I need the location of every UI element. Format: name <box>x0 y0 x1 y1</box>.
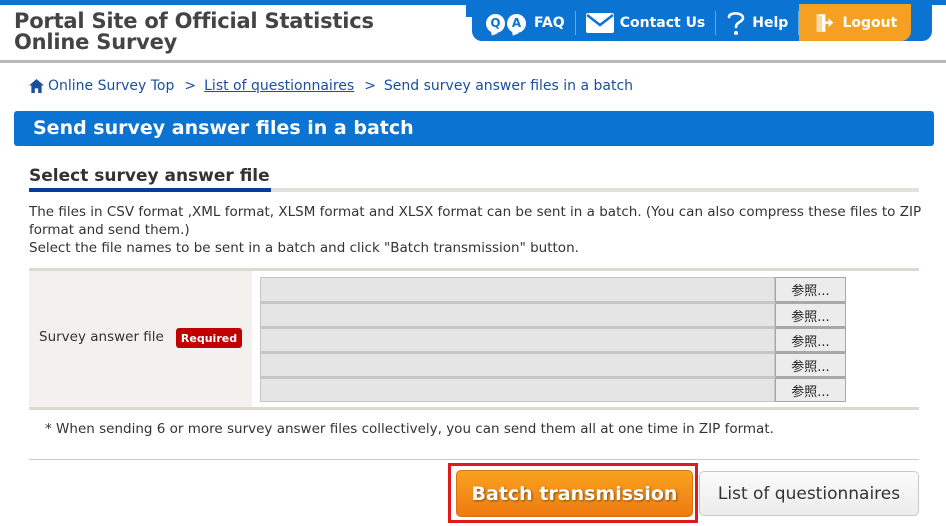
site-title: Portal Site of Official Statistics Onlin… <box>14 11 374 53</box>
help-label: Help <box>752 15 789 31</box>
mail-icon <box>585 13 614 33</box>
help-link[interactable]: Help <box>726 5 788 41</box>
file-path-field[interactable] <box>260 302 775 327</box>
faq-link[interactable]: Q A FAQ <box>472 5 565 41</box>
site-title-line2: Online Survey <box>14 30 178 54</box>
contact-us-link[interactable]: Contact Us <box>585 5 706 41</box>
field-label-cell: Survey answer file Required <box>29 271 252 407</box>
browse-button[interactable]: 参照... <box>775 277 846 302</box>
breadcrumb-online-survey-top[interactable]: Online Survey Top <box>48 78 174 94</box>
header-nav: Q A FAQ Contact Us Help Logout <box>466 4 932 41</box>
form-bottom-border <box>29 407 919 410</box>
file-path-field[interactable] <box>260 352 775 377</box>
list-of-questionnaires-button[interactable]: List of questionnaires <box>699 471 919 516</box>
page-title: Send survey answer files in a batch <box>33 117 414 139</box>
browse-button[interactable]: 参照... <box>775 352 846 377</box>
question-mark-icon <box>727 12 745 35</box>
browse-button[interactable]: 参照... <box>775 327 846 352</box>
browse-button[interactable]: 参照... <box>775 302 846 327</box>
breadcrumb-list-of-questionnaires[interactable]: List of questionnaires <box>204 78 354 94</box>
qa-icon-q: Q <box>486 13 505 33</box>
breadcrumb-separator: > <box>364 78 376 94</box>
section-underline-accent <box>29 188 271 192</box>
description-line2: Select the file names to be sent in a ba… <box>29 240 579 256</box>
breadcrumb-current-page: Send survey answer files in a batch <box>383 78 634 94</box>
breadcrumb-separator: > <box>184 78 197 94</box>
logout-button[interactable]: Logout <box>799 4 912 41</box>
required-badge: Required <box>176 328 242 348</box>
contact-us-label: Contact Us <box>619 15 706 31</box>
file-input-list: 参照... 参照... 参照... 参照... 参照... <box>260 277 846 402</box>
description-line1: The files in CSV format ,XML format, XLS… <box>29 204 922 238</box>
browse-button[interactable]: 参照... <box>775 377 846 402</box>
exit-door-icon <box>816 13 834 32</box>
file-input-row: 参照... <box>260 327 846 352</box>
file-input-row: 参照... <box>260 302 846 327</box>
qa-icon-a: A <box>507 13 526 33</box>
file-path-field[interactable] <box>260 327 775 352</box>
file-input-row: 参照... <box>260 377 846 402</box>
faq-label: FAQ <box>534 15 565 31</box>
qa-icon: Q A <box>486 13 528 33</box>
site-title-line1: Portal Site of Official Statistics <box>14 9 374 33</box>
page-title-bar: Send survey answer files in a batch <box>14 111 934 146</box>
file-input-row: 参照... <box>260 352 846 377</box>
section-heading: Select survey answer file <box>29 166 270 186</box>
logout-label: Logout <box>842 14 898 31</box>
file-path-field[interactable] <box>260 277 775 302</box>
nav-divider <box>715 11 717 35</box>
file-input-row: 参照... <box>260 277 846 302</box>
actions-divider <box>29 459 919 460</box>
survey-answer-file-label: Survey answer file <box>39 329 164 345</box>
home-icon <box>29 79 44 93</box>
file-path-field[interactable] <box>260 377 775 402</box>
description: The files in CSV format ,XML format, XLS… <box>29 203 924 257</box>
nav-divider <box>574 11 576 35</box>
breadcrumb: Online Survey Top > List of questionnair… <box>29 78 633 94</box>
zip-note: * When sending 6 or more survey answer f… <box>45 421 774 437</box>
batch-transmission-button[interactable]: Batch transmission <box>456 470 693 517</box>
